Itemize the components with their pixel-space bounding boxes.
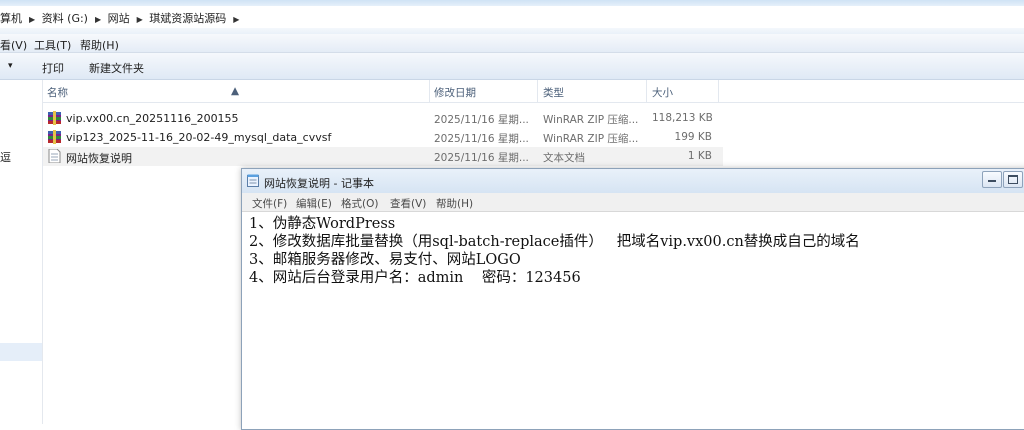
winrar-archive-icon <box>48 111 61 125</box>
breadcrumb-computer[interactable]: 算机 <box>0 12 22 25</box>
text-line: 3、邮箱服务器修改、易支付、网站LOGO <box>249 252 521 268</box>
file-row[interactable]: vip123_2025-11-16_20-02-49_mysql_data_cv… <box>43 128 723 147</box>
file-date: 2025/11/16 星期... <box>434 133 529 145</box>
maximize-icon <box>1008 175 1018 184</box>
menu-view[interactable]: 看(V) <box>0 37 27 53</box>
sidebar-selected-item[interactable] <box>0 343 42 361</box>
file-name: vip123_2025-11-16_20-02-49_mysql_data_cv… <box>66 131 332 144</box>
column-date[interactable]: 修改日期 <box>434 85 476 100</box>
chevron-right-icon[interactable]: ▶ <box>233 15 239 24</box>
winrar-archive-icon <box>48 130 61 144</box>
notepad-text-area[interactable]: 1、伪静态WordPress 2、修改数据库批量替换（用sql-batch-re… <box>249 215 1024 287</box>
file-type: WinRAR ZIP 压缩... <box>543 133 639 145</box>
sort-up-icon: ▲ <box>231 85 240 97</box>
breadcrumb-source-folder[interactable]: 琪斌资源站源码 <box>149 12 226 25</box>
maximize-button[interactable] <box>1003 171 1023 188</box>
menu-help[interactable]: 帮助(H) <box>436 196 473 211</box>
new-folder-button[interactable]: 新建文件夹 <box>89 60 144 76</box>
print-button[interactable]: 打印 <box>42 60 64 76</box>
menu-file[interactable]: 文件(F) <box>252 196 287 211</box>
explorer-menu-bar: 看(V) 工具(T) 帮助(H) <box>0 34 1024 53</box>
column-header-row: ▲ 名称 修改日期 类型 大小 <box>43 80 1024 103</box>
minimize-icon <box>988 180 996 182</box>
column-name[interactable]: 名称 <box>47 85 68 100</box>
column-divider[interactable] <box>429 80 430 102</box>
notepad-title-bar[interactable]: 网站恢复说明 - 记事本 <box>242 169 1024 193</box>
file-date: 2025/11/16 星期... <box>434 152 529 164</box>
address-bar[interactable]: 算机 ▶ 资料 (G:) ▶ 网站 ▶ 琪斌资源站源码 ▶ <box>0 6 1024 29</box>
file-date: 2025/11/16 星期... <box>434 114 529 126</box>
file-name: 网站恢复说明 <box>66 152 132 165</box>
text-document-icon <box>48 149 61 163</box>
sidebar-item-label[interactable]: 逗 <box>0 149 11 165</box>
breadcrumb: 算机 ▶ 资料 (G:) ▶ 网站 ▶ 琪斌资源站源码 ▶ <box>0 10 242 26</box>
menu-format[interactable]: 格式(O) <box>341 196 378 211</box>
dropdown-arrow-icon[interactable]: ▾ <box>8 61 13 71</box>
column-divider[interactable] <box>537 80 538 102</box>
file-name: vip.vx00.cn_20251116_200155 <box>66 112 239 125</box>
minimize-button[interactable] <box>982 171 1002 188</box>
notepad-window: 网站恢复说明 - 记事本 文件(F) 编辑(E) 格式(O) 查看(V) 帮助(… <box>241 168 1024 430</box>
menu-tools[interactable]: 工具(T) <box>34 37 71 53</box>
menu-view[interactable]: 查看(V) <box>390 196 426 211</box>
notepad-title: 网站恢复说明 - 记事本 <box>264 177 374 190</box>
breadcrumb-website[interactable]: 网站 <box>108 12 130 25</box>
notepad-icon <box>247 174 259 187</box>
menu-edit[interactable]: 编辑(E) <box>296 196 332 211</box>
explorer-toolbar: ▾ 打印 新建文件夹 <box>0 53 1024 80</box>
text-line: 4、网站后台登录用户名：admin 密码：123456 <box>249 270 581 286</box>
file-size: 1 KB <box>687 150 712 162</box>
column-size[interactable]: 大小 <box>652 85 673 100</box>
text-line: 2、修改数据库批量替换（用sql-batch-replace插件） 把域名vip… <box>249 234 860 250</box>
chevron-right-icon[interactable]: ▶ <box>137 15 143 24</box>
file-size: 118,213 KB <box>652 112 713 124</box>
file-row[interactable]: vip.vx00.cn_20251116_200155 2025/11/16 星… <box>43 109 723 128</box>
column-divider[interactable] <box>718 80 719 102</box>
column-divider[interactable] <box>646 80 647 102</box>
notepad-menu-bar: 文件(F) 编辑(E) 格式(O) 查看(V) 帮助(H) <box>242 193 1024 212</box>
chevron-right-icon[interactable]: ▶ <box>95 15 101 24</box>
file-row[interactable]: 网站恢复说明 2025/11/16 星期... 文本文档 1 KB <box>43 147 723 166</box>
file-size: 199 KB <box>674 131 712 143</box>
file-type: 文本文档 <box>543 152 585 164</box>
navigation-pane[interactable]: 逗 <box>0 80 43 424</box>
file-type: WinRAR ZIP 压缩... <box>543 114 639 126</box>
chevron-right-icon[interactable]: ▶ <box>29 15 35 24</box>
breadcrumb-drive[interactable]: 资料 (G:) <box>42 12 88 25</box>
text-line: 1、伪静态WordPress <box>249 216 396 232</box>
column-type[interactable]: 类型 <box>543 85 564 100</box>
menu-help[interactable]: 帮助(H) <box>80 37 119 53</box>
